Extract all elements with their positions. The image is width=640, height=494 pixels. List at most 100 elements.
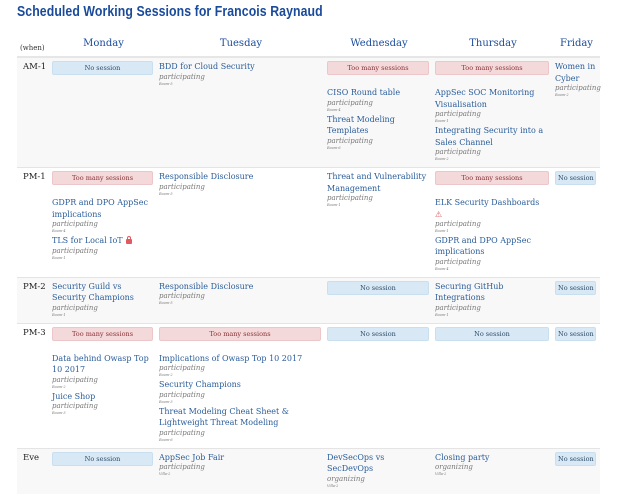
session-title[interactable]: Threat Modeling Templates bbox=[327, 115, 395, 136]
schedule-cell-wednesday: Threat and Vulnerability Management parti… bbox=[325, 167, 433, 277]
day-header-thursday: Thursday bbox=[433, 30, 553, 58]
time-slot-label: PM-3 bbox=[17, 322, 50, 448]
time-slot-label: AM-1 bbox=[17, 56, 50, 168]
session-role: participating bbox=[327, 194, 373, 202]
time-slot-label: PM-2 bbox=[17, 276, 50, 323]
session-title-link[interactable]: BDD for Cloud Security bbox=[159, 61, 323, 73]
session-title[interactable]: Security Champions bbox=[159, 380, 241, 389]
session-room: Room-4 bbox=[435, 266, 449, 271]
session-title-link[interactable]: AppSec Job Fair bbox=[159, 452, 323, 464]
schedule-cell-tuesday: BDD for Cloud Security participating Room-… bbox=[157, 56, 325, 168]
session-title-link[interactable]: CISO Round table bbox=[327, 87, 431, 99]
session-title[interactable]: Threat and Vulnerability Management bbox=[327, 172, 426, 193]
session-title-link[interactable]: Implications of Owasp Top 10 2017 bbox=[159, 353, 323, 365]
schedule-cell-monday: Too many sessions GDPR and DPO AppSec imp… bbox=[50, 167, 157, 277]
session-item: Securing GitHub Integrations participatin… bbox=[435, 281, 551, 318]
session-title-link[interactable]: Closing party bbox=[435, 452, 551, 464]
session-title[interactable]: Responsible Disclosure bbox=[159, 282, 253, 291]
no-session-badge: No session bbox=[555, 171, 596, 185]
session-title[interactable]: BDD for Cloud Security bbox=[159, 62, 255, 71]
session-role: participating bbox=[52, 402, 98, 410]
session-title[interactable]: Integrating Security into a Sales Channe… bbox=[435, 126, 543, 147]
session-room: Room-3 bbox=[159, 399, 173, 404]
session-item: Threat and Vulnerability Management parti… bbox=[327, 171, 431, 208]
time-slot-label: PM-1 bbox=[17, 167, 50, 277]
session-title[interactable]: ELK Security Dashboards bbox=[435, 198, 539, 207]
session-title-link[interactable]: Integrating Security into a Sales Channe… bbox=[435, 125, 551, 148]
session-title[interactable]: TLS for Local IoT bbox=[52, 236, 123, 245]
session-title-link[interactable]: Juice Shop bbox=[52, 391, 155, 403]
session-title-link[interactable]: Securing GitHub Integrations bbox=[435, 281, 551, 304]
session-role: participating bbox=[159, 390, 205, 399]
session-item: Integrating Security into a Sales Channe… bbox=[435, 125, 551, 162]
session-title[interactable]: AppSec SOC Monitoring Visualisation bbox=[435, 88, 534, 109]
session-title-link[interactable]: GDPR and DPO AppSec implications bbox=[435, 235, 551, 258]
session-item: DevSecOps vs SecDevOps organizing Villa-2 bbox=[327, 452, 431, 489]
schedule-cell-tuesday: AppSec Job Fair participating Villa-2 bbox=[157, 447, 325, 494]
session-title-link[interactable]: GDPR and DPO AppSec implications bbox=[52, 197, 155, 220]
schedule-cell-friday: No session bbox=[553, 447, 600, 494]
session-item: GDPR and DPO AppSec implications particip… bbox=[435, 235, 551, 272]
session-role: participating bbox=[52, 246, 98, 255]
schedule-cell-wednesday: No session bbox=[325, 322, 433, 448]
schedule-cell-friday: No session bbox=[553, 276, 600, 323]
session-title[interactable]: Closing party bbox=[435, 453, 489, 462]
session-role: participating bbox=[159, 72, 205, 81]
schedule-row: Eve No session AppSec Job Fair participatin… bbox=[17, 447, 600, 494]
no-session-badge: No session bbox=[555, 326, 596, 341]
session-title-link[interactable]: AppSec SOC Monitoring Visualisation bbox=[435, 87, 551, 110]
session-title[interactable]: Juice Shop bbox=[52, 392, 95, 401]
no-session-badge: No session bbox=[52, 451, 153, 466]
session-title[interactable]: Security Guild vs Security Champions bbox=[52, 282, 134, 303]
session-title-link[interactable]: Security Champions bbox=[159, 379, 323, 391]
session-title[interactable]: Data behind Owasp Top 10 2017 bbox=[52, 354, 149, 375]
session-role: participating bbox=[52, 220, 98, 228]
session-title-link[interactable]: TLS for Local IoT bbox=[52, 235, 155, 247]
session-role: participating bbox=[435, 303, 481, 312]
session-title-link[interactable]: Threat and Vulnerability Management bbox=[327, 171, 431, 194]
session-title-link[interactable]: Women in Cyber bbox=[555, 61, 598, 84]
session-title-link[interactable]: Security Guild vs Security Champions bbox=[52, 281, 155, 304]
session-title[interactable]: CISO Round table bbox=[327, 88, 400, 97]
session-title[interactable]: AppSec Job Fair bbox=[159, 453, 224, 462]
session-title-link[interactable]: Data behind Owasp Top 10 2017 bbox=[52, 353, 155, 376]
session-room: Room-4 bbox=[52, 229, 66, 233]
schedule-cell-monday: No session bbox=[50, 447, 157, 494]
when-header: (when) bbox=[17, 30, 50, 58]
session-room: Villa-2 bbox=[435, 472, 447, 476]
session-room: Room-5 bbox=[159, 191, 173, 196]
session-title[interactable]: DevSecOps vs SecDevOps bbox=[327, 453, 384, 474]
session-title[interactable]: Securing GitHub Integrations bbox=[435, 282, 503, 303]
session-title-link[interactable]: Threat Modeling Templates bbox=[327, 114, 431, 137]
schedule-cell-thursday: Securing GitHub Integrations participatin… bbox=[433, 276, 553, 323]
session-title-link[interactable]: Responsible Disclosure bbox=[159, 171, 323, 183]
session-title[interactable]: GDPR and DPO AppSec implications bbox=[52, 198, 148, 219]
session-role: participating bbox=[435, 257, 481, 266]
day-header-tuesday: Tuesday bbox=[157, 30, 325, 58]
session-title[interactable]: Women in Cyber bbox=[555, 62, 595, 83]
session-item: Threat Modeling Templates participating Ro… bbox=[327, 114, 431, 151]
day-header-friday: Friday bbox=[553, 30, 600, 58]
session-role: organizing bbox=[435, 463, 473, 471]
session-title[interactable]: Implications of Owasp Top 10 2017 bbox=[159, 354, 302, 363]
schedule-row: PM-3 Too many sessions Data behind Owasp T… bbox=[17, 322, 600, 448]
no-session-badge: No session bbox=[435, 326, 549, 341]
header-row: (when) Monday Tuesday Wednesday Thursday… bbox=[17, 30, 600, 58]
no-session-badge: No session bbox=[327, 326, 429, 341]
session-item: BDD for Cloud Security participating Room-… bbox=[159, 61, 323, 87]
session-title[interactable]: Threat Modeling Cheat Sheet & Lightweigh… bbox=[159, 407, 289, 428]
session-title[interactable]: GDPR and DPO AppSec implications bbox=[435, 236, 531, 257]
too-many-sessions-badge: Too many sessions bbox=[327, 61, 429, 75]
session-role: participating bbox=[435, 110, 481, 118]
session-title-link[interactable]: Threat Modeling Cheat Sheet & Lightweigh… bbox=[159, 406, 323, 429]
session-room: Villa-2 bbox=[159, 472, 171, 476]
session-item: Security Champions participating Room-3 bbox=[159, 379, 323, 405]
session-title-link[interactable]: ELK Security Dashboards bbox=[435, 197, 551, 209]
session-role: participating bbox=[327, 136, 373, 145]
session-item: Responsible Disclosure participating Room-… bbox=[159, 171, 323, 197]
session-title-link[interactable]: DevSecOps vs SecDevOps bbox=[327, 452, 431, 475]
session-title[interactable]: Responsible Disclosure bbox=[159, 172, 253, 181]
schedule-table: (when) Monday Tuesday Wednesday Thursday… bbox=[17, 30, 601, 494]
session-item: Threat Modeling Cheat Sheet & Lightweigh… bbox=[159, 406, 323, 443]
session-title-link[interactable]: Responsible Disclosure bbox=[159, 281, 323, 293]
